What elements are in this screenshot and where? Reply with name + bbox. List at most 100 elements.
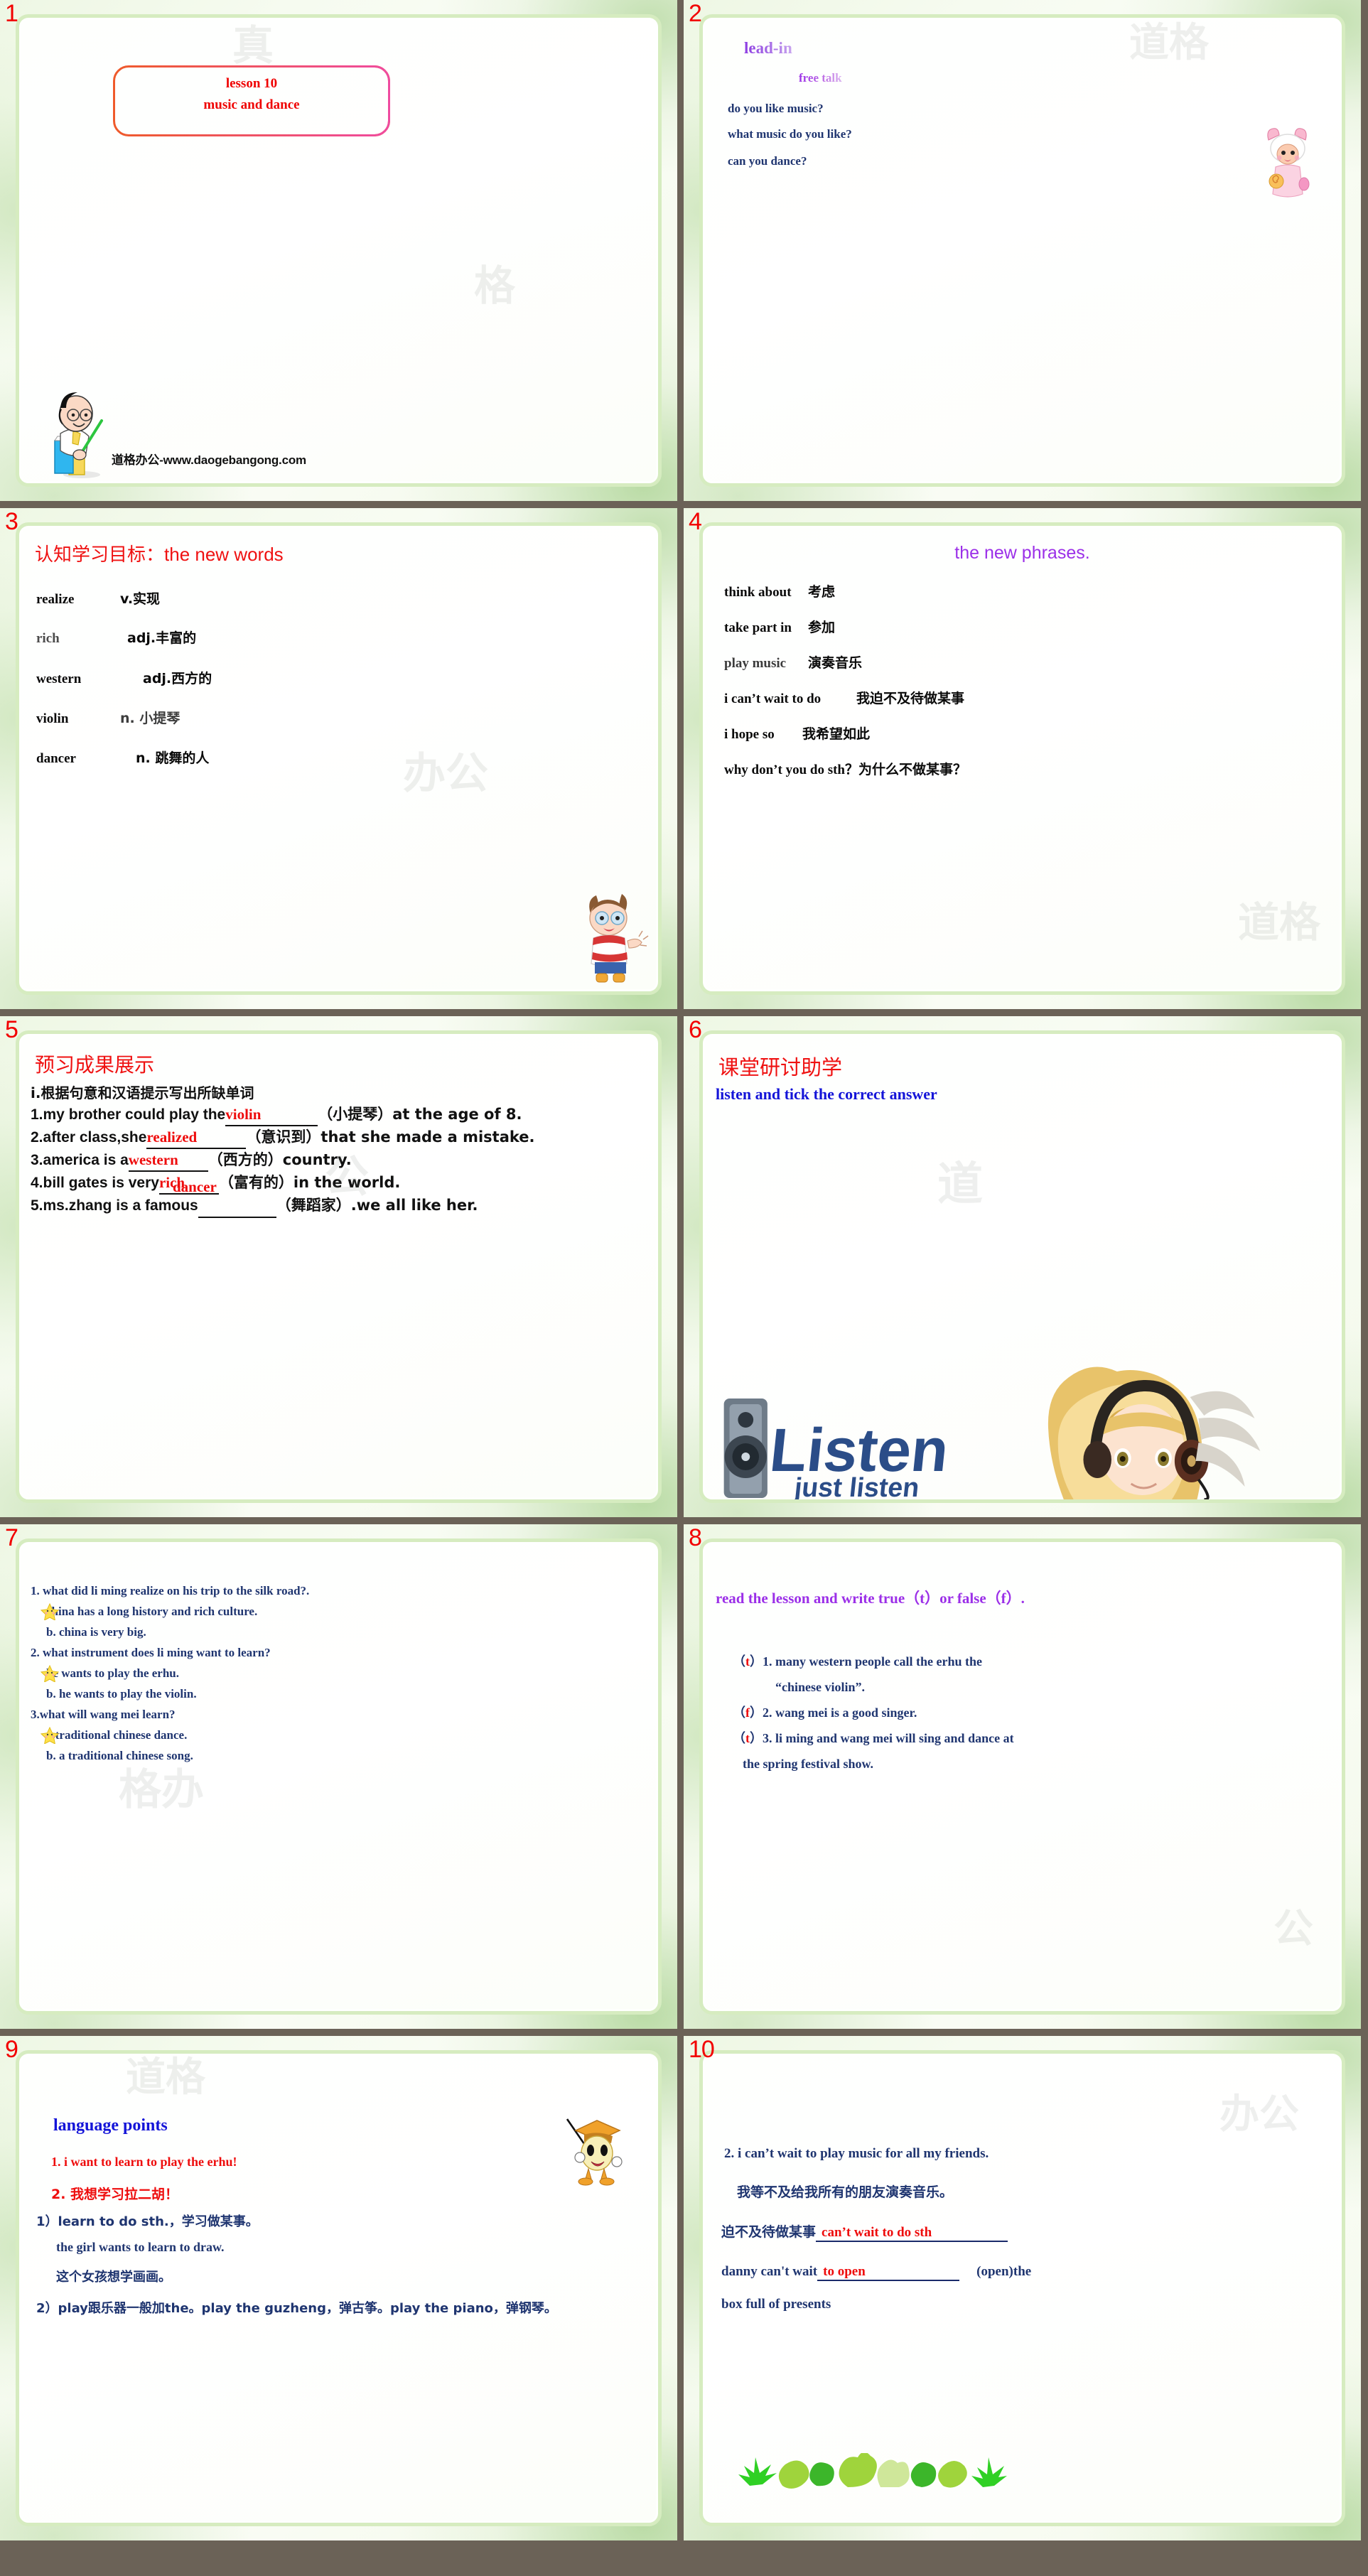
slide-2[interactable]: 2 道格 lead-in free talk do you like music… <box>684 0 1361 501</box>
exercise-suffix: (open)the <box>976 2264 1032 2279</box>
watermark: 真 <box>232 23 274 69</box>
item-prefix: 2.after class,she <box>31 1129 147 1146</box>
item-suffix: （富有的）in the world. <box>218 1174 401 1191</box>
item-suffix: （西方的）country. <box>208 1151 352 1168</box>
language-point-1-cn: 2. 我想学习拉二胡！ <box>51 2187 179 2202</box>
slide-5[interactable]: 5 公 预习成果展示 i.根据句意和汉语提示写出所缺单词 1.my brothe… <box>0 1016 677 1517</box>
slide-8[interactable]: 8 公 read the lesson and write true（t）or … <box>684 1524 1361 2029</box>
language-point-sub-2: 2）play跟乐器一般加the。play the guzheng，弹古筝。pla… <box>36 2301 557 2316</box>
example-sentence-en: the girl wants to learn to draw. <box>56 2240 225 2254</box>
slide-number-2: 2 <box>689 0 702 27</box>
word-term: dancer <box>36 751 76 766</box>
phrase-en: i hope so <box>724 727 775 742</box>
phrase-cn: 参加 <box>808 620 836 635</box>
language-point-sub-1: 1）learn to do sth.，学习做某事。 <box>36 2214 259 2229</box>
item-answer: western <box>128 1149 208 1172</box>
slide-1[interactable]: 1 真 格 lesson 10 music and dance 道格办公-www… <box>0 0 677 501</box>
watermark: 道格 <box>1237 900 1320 946</box>
item-blank <box>198 1195 276 1218</box>
exercise-body: i.根据句意和汉语提示写出所缺单词 1.my brother could pla… <box>31 1082 650 1218</box>
word-term: western <box>36 672 82 686</box>
slide-3[interactable]: 3 办公 认知学习目标：the new words realize v.实现 ri… <box>0 508 677 1009</box>
slide-3-frame: 办公 认知学习目标：the new words realize v.实现 rich… <box>16 522 662 995</box>
phrase-en: think about <box>724 585 792 600</box>
slide-1-frame: 真 格 lesson 10 music and dance 道格办公-www.d… <box>16 14 662 487</box>
section-heading: 认知学习目标：the new words <box>35 540 284 566</box>
word-row: dancer n. 跳舞的人 <box>36 748 209 767</box>
word-term: realize <box>36 592 75 607</box>
word-definition: v.实现 <box>120 591 161 607</box>
tf-item-3-cont: the spring festival show. <box>743 1757 874 1771</box>
tf-item-1-cont: “chinese violin”. <box>775 1680 866 1694</box>
item-suffix: （意识到）that she made a mistake. <box>246 1128 535 1146</box>
item-suffix: （舞蹈家）.we all like her. <box>276 1197 478 1214</box>
item-prefix: 5.ms.zhang is a famous <box>31 1197 198 1214</box>
watermark: 道格 <box>1129 20 1209 65</box>
phrase-row: why don’t you do sth？为什么不做某事？ <box>724 759 966 778</box>
slide-6-frame: 道 课堂研讨助学 listen and tick the correct ans… <box>699 1030 1345 1503</box>
phrase-answer: can’t wait to do sth <box>816 2225 1008 2242</box>
answer-1a: china has a long history and rich cultur… <box>28 1601 651 1622</box>
word-term: rich <box>36 631 60 646</box>
slide-4[interactable]: 4 道格 the new phrases. think about 考虑 take… <box>684 508 1361 1009</box>
phrase-cn: 我迫不及待做某事 <box>856 691 965 706</box>
star-icon <box>41 1665 59 1682</box>
watermark: 办公 <box>1219 2091 1299 2136</box>
phrase-label: 迫不及待做某事 <box>721 2224 817 2240</box>
slide-number-4: 4 <box>689 508 702 535</box>
task-instruction: read the lesson and write true（t）or fals… <box>716 1590 1025 1607</box>
question-1: do you like music? <box>728 102 824 115</box>
language-point-2-cn: 我等不及给我所有的朋友演奏音乐。 <box>737 2184 954 2200</box>
language-point-2: 2. i can’t wait to play music for all my… <box>724 2146 989 2161</box>
section-heading: 预习成果展示 <box>35 1053 155 1077</box>
word-definition: n. 跳舞的人 <box>136 750 210 766</box>
phrase-en: play music <box>724 656 787 671</box>
title-line-1: lesson 10 <box>225 76 278 91</box>
answer-text: he wants to play the erhu. <box>46 1666 180 1680</box>
tf-text: 1. many western people call the erhu the <box>763 1654 982 1669</box>
slide-7[interactable]: 7 格办 1. what did li ming realize on his … <box>0 1524 677 2029</box>
instruction: i.根据句意和汉语提示写出所缺单词 <box>31 1084 254 1101</box>
true-false-list: （t）1. many western people call the erhu … <box>733 1649 1332 1777</box>
star-icon <box>41 1727 59 1744</box>
slide-number-10: 10 <box>689 2036 715 2063</box>
sheep-cartoon-icon <box>1267 128 1310 198</box>
watermark: 办公 <box>403 750 488 797</box>
slide-9[interactable]: 9 道格 language points 1. i want to learn … <box>0 2036 677 2540</box>
example-sentence-cn: 这个女孩想学画画。 <box>56 2270 171 2285</box>
language-points-title: language points <box>53 2116 168 2135</box>
answer-text: a traditional chinese dance. <box>46 1728 188 1742</box>
exercise-answer: to open <box>817 2264 960 2281</box>
slide-number-9: 9 <box>5 2036 18 2063</box>
slide-5-frame: 公 预习成果展示 i.根据句意和汉语提示写出所缺单词 1.my brother … <box>16 1030 662 1503</box>
question-3-text: 3.what will wang mei learn? <box>31 1708 176 1721</box>
watermark: 格 <box>474 263 516 309</box>
title-line-2: music and dance <box>203 97 300 112</box>
slide-2-frame: 道格 lead-in free talk do you like music? … <box>699 14 1345 487</box>
phrase-row: i hope so 我希望如此 <box>724 723 870 743</box>
child-cartoon-icon <box>589 894 649 983</box>
item-prefix: 3.america is a <box>31 1152 129 1168</box>
tf-text: 2. wang mei is a good singer. <box>763 1705 917 1720</box>
lead-in-title: lead-in <box>744 39 792 57</box>
slide-10[interactable]: 10 办公 2. i can’t wait to play music for … <box>684 2036 1361 2540</box>
phrase-fill-row: 迫不及待做某事 can’t wait to do sth <box>721 2221 1008 2242</box>
question-3: can you dance? <box>728 154 807 168</box>
exercise-continued: box full of presents <box>721 2297 831 2312</box>
watermark-url: 道格办公-www.daogebangong.com <box>112 453 306 467</box>
slide-9-frame: 道格 language points 1. i want to learn to… <box>16 2050 662 2526</box>
slide-number-7: 7 <box>5 1524 18 1551</box>
slide-number-6: 6 <box>689 1016 702 1043</box>
watermark: 道 <box>937 1158 983 1209</box>
heading-chinese: 认知学习目标： <box>35 544 165 566</box>
star-icon <box>41 1603 59 1620</box>
phrases-heading: the new phrases. <box>954 543 1090 563</box>
slide-6[interactable]: 6 道 课堂研讨助学 listen and tick the correct a… <box>684 1016 1361 1517</box>
item-prefix: 4.bill gates is very <box>31 1175 159 1191</box>
language-point-1: 1. i want to learn to play the erhu! <box>51 2155 237 2169</box>
phrase-cn: 为什么不做某事？ <box>858 762 967 777</box>
phrase-row: i can’t wait to do 我迫不及待做某事 <box>724 688 964 707</box>
svg-text:just listen: just listen <box>792 1473 921 1499</box>
slide-number-8: 8 <box>689 1524 702 1551</box>
tf-mark: t <box>745 1654 750 1669</box>
